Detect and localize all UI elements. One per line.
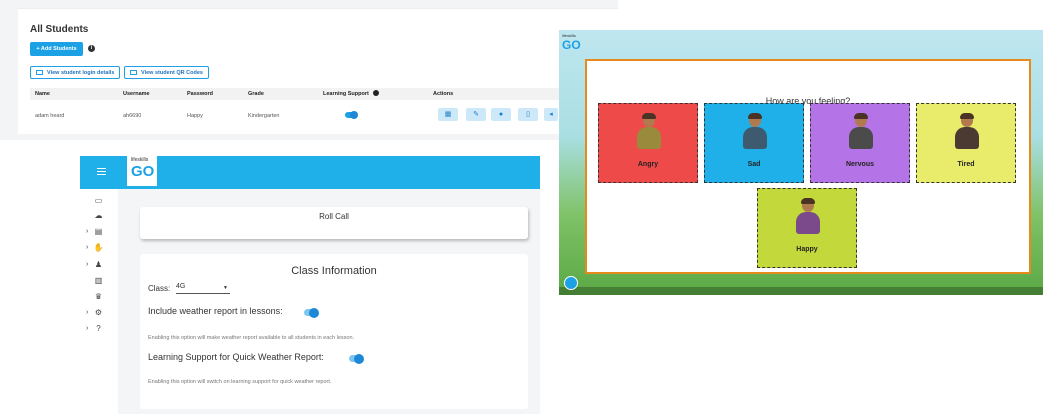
info-icon[interactable] bbox=[373, 90, 379, 96]
student-name: adam heard bbox=[35, 113, 65, 119]
chevron-right-icon[interactable]: › bbox=[86, 325, 88, 332]
learning-support-toggle[interactable] bbox=[345, 111, 358, 119]
student-username: ah6690 bbox=[123, 113, 142, 119]
view-login-details-button[interactable]: View student login details bbox=[30, 66, 121, 79]
feeling-option-nervous[interactable]: Nervous bbox=[810, 103, 910, 183]
lifeskills-go-logo: lifeskills GO bbox=[562, 33, 581, 52]
feeling-label: Tired bbox=[957, 161, 975, 168]
view-login-details-label: View student login details bbox=[47, 69, 115, 76]
edit-icon[interactable]: ✎ bbox=[466, 108, 486, 121]
col-name: Name bbox=[35, 91, 50, 97]
hand-icon[interactable]: ✋ bbox=[93, 243, 104, 252]
feeling-option-tired[interactable]: Tired bbox=[916, 103, 1016, 183]
chevron-right-icon[interactable]: › bbox=[86, 261, 88, 268]
people-icon[interactable]: ♟ bbox=[93, 260, 104, 269]
view-qr-codes-label: View student QR Codes bbox=[141, 69, 203, 76]
col-learning-support: Learning Support bbox=[323, 91, 369, 97]
class-label: Class: bbox=[148, 284, 171, 293]
avatar bbox=[952, 113, 982, 154]
lifeskills-go-logo: lifeskills GO bbox=[127, 156, 157, 186]
avatar bbox=[740, 113, 770, 154]
class-value: 4G bbox=[176, 283, 186, 290]
feeling-label: Sad bbox=[747, 161, 761, 168]
feeling-option-sad[interactable]: Sad bbox=[704, 103, 804, 183]
feeling-option-angry[interactable]: Angry bbox=[598, 103, 698, 183]
class-information-title: Class Information bbox=[291, 265, 377, 277]
feeling-option-happy[interactable]: Happy bbox=[757, 188, 857, 268]
student-password: Happy bbox=[187, 113, 203, 119]
trophy-icon[interactable]: ♛ bbox=[93, 292, 104, 301]
menu-icon[interactable] bbox=[97, 168, 106, 176]
col-password: Password bbox=[187, 91, 213, 97]
feeling-label: Happy bbox=[796, 246, 818, 253]
monitor-icon[interactable]: ▭ bbox=[93, 196, 104, 205]
avatar bbox=[634, 113, 664, 154]
learning-support-label: Learning Support for Quick Weather Repor… bbox=[148, 352, 324, 362]
chevron-right-icon[interactable]: › bbox=[86, 309, 88, 316]
chevron-right-icon[interactable]: › bbox=[86, 244, 88, 251]
feeling-label: Angry bbox=[637, 161, 659, 168]
grid-icon[interactable]: ▦ bbox=[438, 108, 458, 121]
qr-icon bbox=[130, 70, 137, 75]
col-username: Username bbox=[123, 91, 150, 97]
learning-support-hint: Enabling this option will switch on lear… bbox=[148, 379, 332, 385]
sidebar bbox=[80, 189, 118, 414]
class-select[interactable]: 4G ▼ bbox=[176, 283, 230, 294]
settings-icon[interactable]: ⚙ bbox=[93, 308, 104, 317]
feeling-label: Nervous bbox=[845, 161, 874, 168]
col-grade: Grade bbox=[248, 91, 264, 97]
chart-icon[interactable]: ▥ bbox=[93, 276, 104, 285]
page-title: All Students bbox=[30, 24, 89, 35]
footer-bar bbox=[559, 287, 1043, 295]
user-icon[interactable]: ● bbox=[491, 108, 511, 121]
table-header: Name Username Password Grade Learning Su… bbox=[30, 88, 560, 100]
chat-icon[interactable] bbox=[564, 276, 578, 290]
add-students-button[interactable]: + Add Students bbox=[30, 42, 83, 56]
caret-down-icon: ▼ bbox=[223, 285, 228, 291]
arrow-icon[interactable]: ◂ bbox=[544, 108, 558, 121]
info-icon[interactable]: i bbox=[88, 45, 95, 52]
student-grade: Kindergarten bbox=[248, 113, 280, 119]
help-icon[interactable]: ? bbox=[93, 324, 104, 333]
col-actions: Actions bbox=[433, 91, 454, 97]
presentation-icon[interactable]: ▤ bbox=[93, 227, 104, 236]
weather-icon[interactable]: ☁ bbox=[93, 211, 104, 220]
view-qr-codes-button[interactable]: View student QR Codes bbox=[124, 66, 209, 79]
class-information-card bbox=[140, 254, 528, 409]
roll-call-heading: Roll Call bbox=[140, 207, 528, 239]
weather-report-hint: Enabling this option will make weather r… bbox=[148, 335, 355, 341]
weather-report-label: Include weather report in lessons: bbox=[148, 306, 283, 316]
avatar bbox=[793, 198, 823, 239]
avatar bbox=[846, 113, 876, 154]
weather-report-toggle[interactable] bbox=[304, 307, 319, 318]
card-icon bbox=[36, 70, 43, 75]
chevron-right-icon[interactable]: › bbox=[86, 228, 88, 235]
trash-icon[interactable]: ▯ bbox=[518, 108, 538, 121]
learning-support-weather-toggle[interactable] bbox=[349, 353, 364, 364]
